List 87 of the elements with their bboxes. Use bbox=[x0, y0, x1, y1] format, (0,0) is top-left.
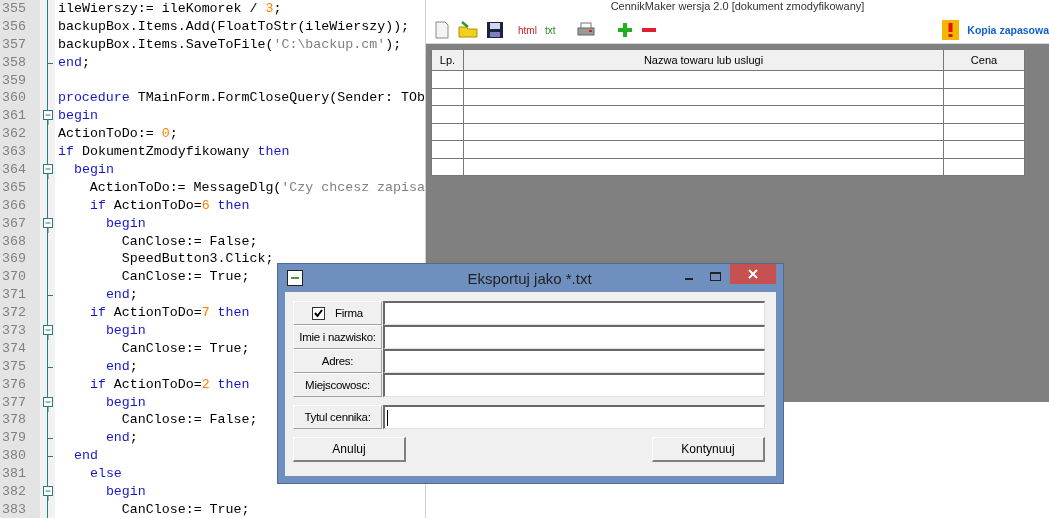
line-number: 370 bbox=[1, 268, 27, 287]
field-label: Imie i nazwisko: bbox=[299, 331, 376, 343]
column-header[interactable]: Lp. bbox=[432, 50, 464, 70]
code-line: if DokumentZmodyfikowany then bbox=[58, 143, 290, 162]
field-label: Firma bbox=[335, 307, 363, 319]
line-number: 357 bbox=[1, 35, 27, 54]
line-number: 360 bbox=[1, 89, 27, 108]
code-line: begin bbox=[104, 322, 146, 340]
code-line: end; bbox=[104, 429, 138, 448]
code-line: procedure TMainForm.FormCloseQuery(Sender: TOb bbox=[57, 89, 425, 108]
code-line: CanClose:= True; bbox=[120, 500, 250, 518]
code-line: begin bbox=[58, 107, 98, 126]
close-icon[interactable] bbox=[730, 264, 776, 284]
text-input[interactable] bbox=[383, 325, 765, 349]
code-line: CanClose:= True; bbox=[120, 339, 250, 358]
code-line: ileWierszy:= ileKomorek / 3; bbox=[58, 0, 282, 18]
save-icon[interactable] bbox=[486, 21, 504, 39]
line-number: 379 bbox=[1, 429, 27, 448]
line-number: 371 bbox=[1, 286, 27, 305]
code-line: end; bbox=[58, 53, 90, 72]
line-number: 365 bbox=[1, 178, 27, 197]
code-line: end bbox=[72, 447, 98, 466]
code-line: begin bbox=[104, 393, 146, 412]
line-number: 359 bbox=[1, 71, 27, 90]
code-line: begin bbox=[104, 483, 146, 501]
code-line: ActionToDo:= MessageDlg('Czy chcesz zapisa bbox=[88, 178, 425, 197]
text-input[interactable] bbox=[383, 405, 765, 429]
export-txt-button[interactable]: txt bbox=[544, 24, 556, 36]
line-number: 376 bbox=[1, 375, 27, 394]
code-line: end; bbox=[104, 357, 138, 376]
warning-icon[interactable] bbox=[942, 20, 960, 40]
code-line: if ActionToDo=6 then bbox=[88, 196, 250, 215]
line-number: 361 bbox=[1, 107, 27, 126]
line-number: 383 bbox=[1, 500, 27, 518]
line-number: 358 bbox=[1, 53, 27, 72]
code-line: begin bbox=[72, 161, 114, 179]
code-line: CanClose:= True; bbox=[120, 268, 250, 287]
fold-toggle-icon[interactable] bbox=[43, 107, 53, 126]
line-number: 378 bbox=[1, 411, 27, 430]
code-line: end; bbox=[104, 286, 138, 305]
backup-link[interactable]: Kopia zapasowa bbox=[967, 24, 1049, 36]
dialog-button[interactable]: Kontynuuj bbox=[652, 437, 765, 462]
code-line: if ActionToDo=2 then bbox=[88, 375, 250, 394]
dialog-button[interactable]: Anuluj bbox=[293, 437, 406, 462]
line-number: 375 bbox=[1, 357, 27, 376]
line-number: 382 bbox=[1, 483, 27, 501]
add-icon[interactable] bbox=[617, 22, 634, 38]
printer-icon[interactable] bbox=[577, 22, 596, 38]
code-line: CanClose:= False; bbox=[120, 232, 258, 251]
column-header[interactable]: Nazwa towaru lub uslugi bbox=[464, 50, 944, 70]
field-label: Miejscowosc: bbox=[305, 379, 370, 391]
fold-toggle-icon[interactable] bbox=[43, 483, 53, 502]
line-number: 373 bbox=[1, 322, 27, 340]
line-number: 381 bbox=[1, 465, 27, 484]
line-number: 355 bbox=[1, 0, 27, 18]
code-line: if ActionToDo=7 then bbox=[88, 304, 250, 323]
text-input[interactable] bbox=[383, 373, 765, 397]
field-label: Tytul cennika: bbox=[304, 411, 371, 423]
code-line: CanClose:= False; bbox=[120, 411, 258, 430]
fold-toggle-icon[interactable] bbox=[43, 161, 53, 179]
line-number: 366 bbox=[1, 196, 27, 215]
field-label: Adres: bbox=[321, 355, 354, 367]
line-number: 363 bbox=[1, 143, 27, 161]
code-line: begin bbox=[104, 214, 146, 233]
code-line: backupBox.Items.Add(FloatToStr(ileWierszy)); bbox=[58, 17, 410, 36]
line-number: 380 bbox=[1, 447, 27, 466]
dialog-title: Eksportuj jako *.txt bbox=[466, 269, 593, 287]
line-number: 364 bbox=[1, 161, 27, 179]
line-number: 362 bbox=[1, 125, 27, 144]
line-number: 377 bbox=[1, 393, 27, 412]
fold-toggle-icon[interactable] bbox=[43, 322, 53, 341]
line-number: 356 bbox=[1, 17, 27, 36]
export-html-button[interactable]: html bbox=[518, 24, 537, 36]
line-number: 374 bbox=[1, 339, 27, 358]
folder-icon[interactable] bbox=[458, 21, 478, 39]
line-number: 369 bbox=[1, 250, 27, 269]
code-line: SpeedButton3.Click; bbox=[120, 250, 274, 269]
line-number: 372 bbox=[1, 304, 27, 323]
line-number: 367 bbox=[1, 214, 27, 233]
column-header[interactable]: Cena bbox=[944, 50, 1025, 70]
text-input[interactable] bbox=[383, 301, 765, 325]
text-input[interactable] bbox=[383, 349, 765, 373]
checkbox[interactable] bbox=[312, 306, 326, 320]
code-line: ActionToDo:= 0; bbox=[58, 125, 178, 144]
code-line: backupBox.Items.SaveToFile('C:\backup.cm'); bbox=[58, 35, 402, 54]
line-number: 368 bbox=[1, 232, 27, 251]
code-line: else bbox=[88, 465, 122, 484]
